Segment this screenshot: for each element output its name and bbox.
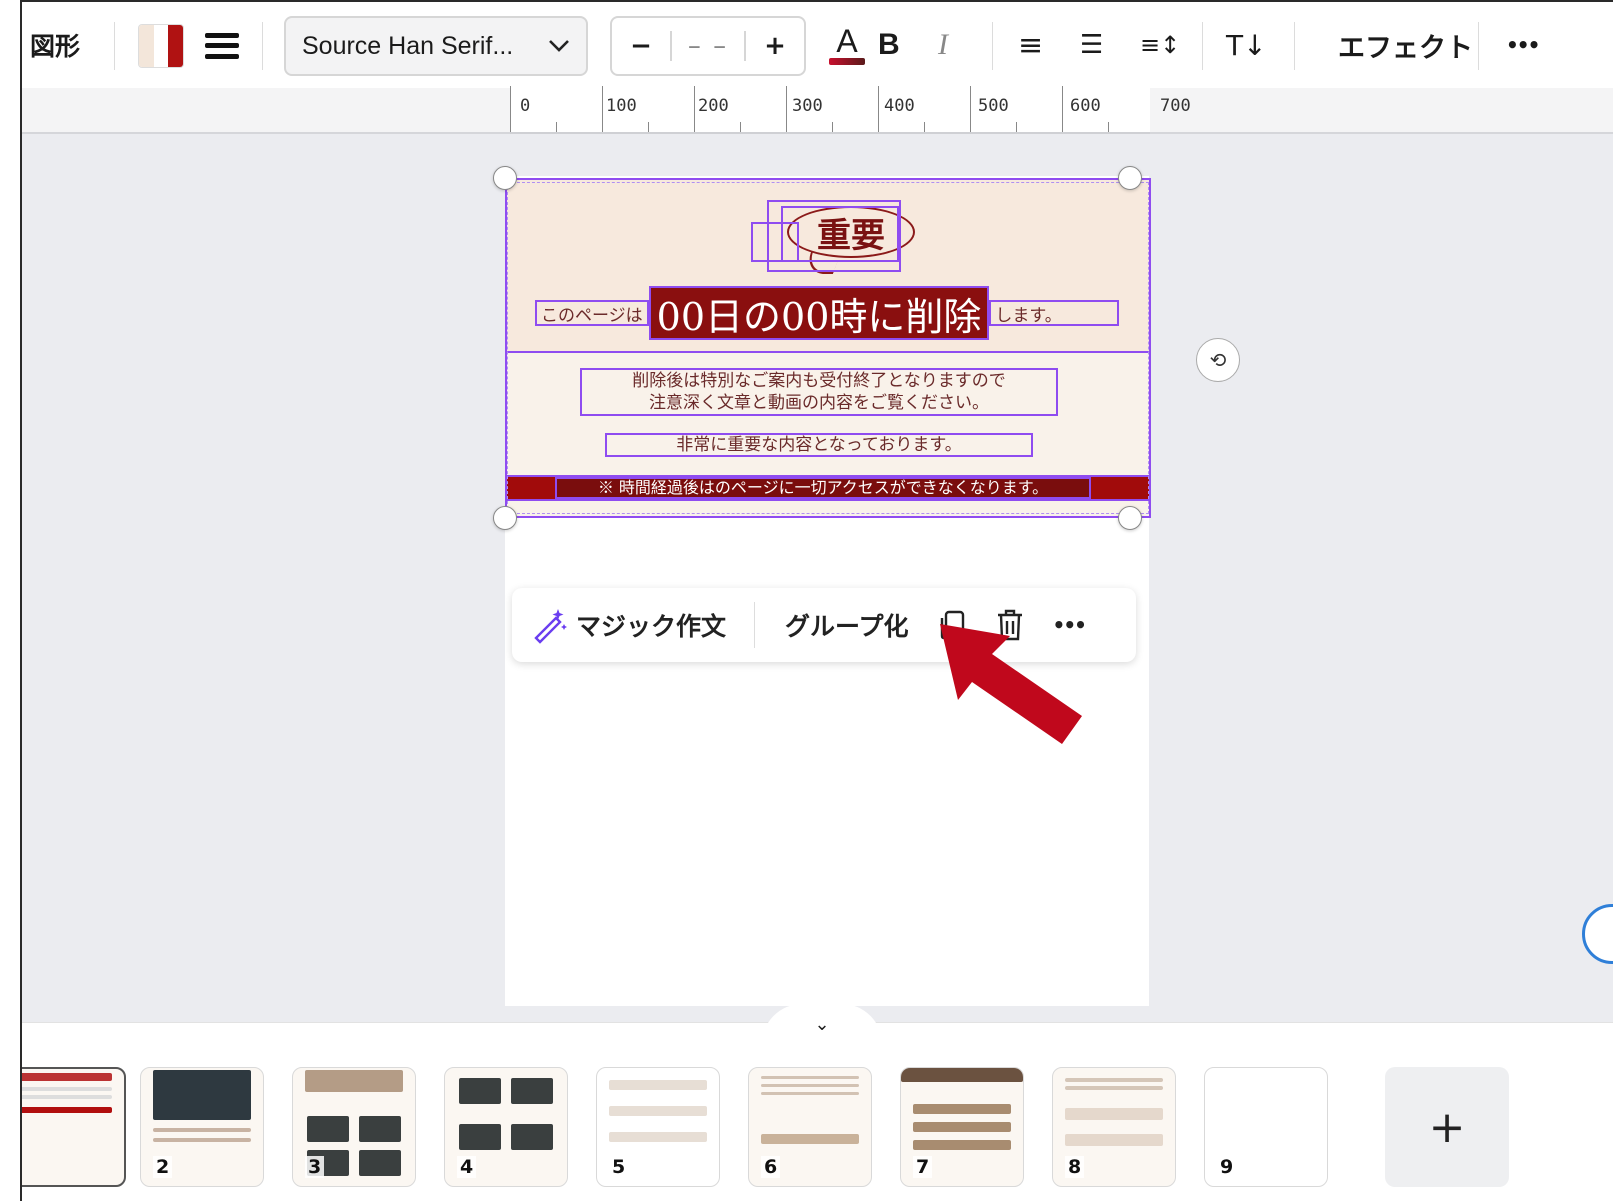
border-style-icon[interactable]	[204, 26, 240, 66]
chevron-down-icon	[549, 40, 569, 52]
ruler-tick: 100	[606, 96, 637, 116]
headline-suffix[interactable]: します。	[989, 300, 1119, 326]
page-number: 9	[1217, 1156, 1237, 1178]
paragraph-line: 注意深く文章と動画の内容をご覧ください。	[649, 393, 989, 413]
magic-write-button[interactable]: マジック作文	[512, 588, 754, 662]
page-number: 2	[153, 1156, 173, 1178]
line-spacing-icon[interactable]: ≡↕	[1140, 22, 1180, 68]
page-thumbnail[interactable]: 5	[596, 1067, 720, 1187]
important-badge[interactable]: 重要	[787, 206, 915, 258]
resize-handle-top-left[interactable]	[493, 166, 517, 190]
headline-main[interactable]: 00日の00時に削除	[648, 286, 990, 340]
group-label: グループ化	[785, 612, 909, 641]
ruler-tick: 0	[520, 96, 531, 116]
list-icon[interactable]: ☰	[1080, 22, 1103, 68]
paragraph-line: 削除後は特別なご案内も受付終了となりますので	[632, 371, 1006, 391]
ruler-tick: 300	[792, 96, 823, 116]
page-thumbnails-strip: 2 3 4 5 6 7 8 9 +	[22, 1022, 1613, 1201]
warning-bar: ※ 時間経過後はのページに一切アクセスができなくなります。	[505, 475, 1149, 501]
headline-prefix[interactable]: このページは	[535, 300, 649, 326]
font-name: Source Han Serif...	[302, 31, 514, 60]
divider	[114, 22, 115, 70]
resize-handle-bottom-left[interactable]	[493, 506, 517, 530]
ruler-tick: 500	[978, 96, 1009, 116]
collapse-panel-button[interactable]: ⌄	[762, 1004, 882, 1044]
top-toolbar: 図形 Source Han Serif... − – – + A B I ≡ ☰…	[22, 2, 1613, 88]
text-color-button[interactable]: A	[826, 16, 868, 72]
text-color-icon: A	[836, 23, 858, 59]
more-options-icon[interactable]: •••	[1506, 22, 1540, 68]
page-number: 7	[913, 1156, 933, 1178]
divider	[1478, 22, 1479, 70]
ruler-tick: 600	[1070, 96, 1101, 116]
page-thumbnail[interactable]: 2	[140, 1067, 264, 1187]
warning-text[interactable]: ※ 時間経過後はのページに一切アクセスができなくなります。	[555, 477, 1091, 499]
vertical-text-icon[interactable]: T↓	[1226, 22, 1267, 68]
font-size-decrease-button[interactable]: −	[612, 31, 670, 61]
page-thumbnail[interactable]	[22, 1067, 126, 1187]
selected-design-group[interactable]: 重要 このページは 00日の00時に削除 します。 削除後は特別なご案内も受付終…	[505, 178, 1149, 518]
rotate-icon[interactable]: ⟲	[1196, 338, 1240, 382]
page-number: 5	[609, 1156, 629, 1178]
divider	[262, 22, 263, 70]
page-thumbnail[interactable]: 4	[444, 1067, 568, 1187]
body-paragraph[interactable]: 削除後は特別なご案内も受付終了となりますので 注意深く文章と動画の内容をご覧くだ…	[580, 368, 1058, 416]
page-number: 6	[761, 1156, 781, 1178]
editor-window: 図形 Source Han Serif... − – – + A B I ≡ ☰…	[20, 0, 1613, 1201]
ruler-tick: 200	[698, 96, 729, 116]
page-thumbnail[interactable]: 8	[1052, 1067, 1176, 1187]
assistant-badge-icon[interactable]	[1582, 904, 1613, 964]
align-center-icon[interactable]: ≡	[1018, 22, 1043, 68]
page-number: 8	[1065, 1156, 1085, 1178]
magic-wand-icon	[534, 609, 567, 644]
divider	[1202, 22, 1203, 70]
page-thumbnail[interactable]: 7	[900, 1067, 1024, 1187]
page-thumbnail[interactable]: 3	[292, 1067, 416, 1187]
font-size-increase-button[interactable]: +	[746, 31, 804, 61]
page-number: 3	[305, 1156, 325, 1178]
font-family-select[interactable]: Source Han Serif...	[284, 16, 588, 76]
page-thumbnail[interactable]: 9	[1204, 1067, 1328, 1187]
font-size-input[interactable]: – –	[670, 31, 746, 61]
headline: このページは 00日の00時に削除 します。	[535, 286, 1119, 340]
add-page-button[interactable]: +	[1385, 1067, 1509, 1187]
italic-button[interactable]: I	[938, 22, 948, 68]
section-divider	[505, 351, 1149, 353]
resize-handle-bottom-right[interactable]	[1118, 506, 1142, 530]
pointer-arrow-annotation	[940, 624, 1082, 744]
ruler-tick: 400	[884, 96, 915, 116]
ruler-tick: 700	[1160, 96, 1191, 116]
horizontal-ruler: 0 100 200 300 400 500 600 700	[510, 86, 1191, 134]
page-number: 4	[457, 1156, 477, 1178]
shape-label: 図形	[30, 32, 81, 61]
group-button[interactable]: グループ化	[755, 588, 923, 662]
resize-handle-top-right[interactable]	[1118, 166, 1142, 190]
effects-button[interactable]: エフェクト	[1338, 22, 1473, 68]
magic-write-label: マジック作文	[576, 612, 727, 641]
page-thumbnail[interactable]: 6	[748, 1067, 872, 1187]
font-size-stepper[interactable]: − – – +	[610, 16, 806, 76]
divider	[1294, 22, 1295, 70]
important-note[interactable]: 非常に重要な内容となっております。	[605, 433, 1033, 457]
bold-button[interactable]: B	[878, 22, 900, 68]
color-swatch-button[interactable]	[138, 24, 184, 68]
divider	[992, 22, 993, 70]
